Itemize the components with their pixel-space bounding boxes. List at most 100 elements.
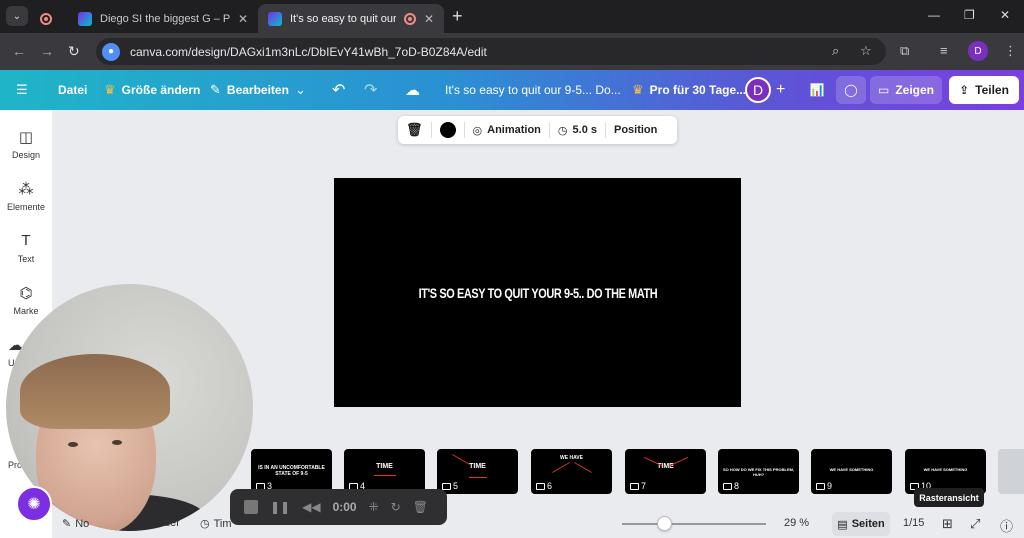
animation-button[interactable]: ◎ Animation	[465, 116, 549, 144]
notes-label-tail: der	[164, 517, 180, 529]
zoom-slider-handle[interactable]	[657, 516, 672, 531]
notes-button[interactable]: ✎ No	[62, 517, 89, 531]
webcam-eye	[112, 440, 122, 445]
url-text: canva.com/design/DAGxi1m3nLc/DbIEvY41wBh…	[130, 44, 487, 59]
add-collaborator-button[interactable]: +	[776, 70, 785, 110]
brand-icon: ⌬	[19, 285, 33, 302]
tab-search-button[interactable]: ⌄	[6, 6, 28, 26]
bookmark-star-icon[interactable]: ☆	[860, 43, 872, 59]
site-info-icon[interactable]: ●	[102, 42, 120, 61]
sidebar-item-brand[interactable]: ⌬ Marke	[0, 284, 52, 316]
restart-icon[interactable]: ↻	[391, 500, 401, 514]
position-button[interactable]: Position	[606, 116, 665, 144]
recording-tab[interactable]	[34, 4, 58, 33]
page-thumbnail[interactable]: WE HAVE 6	[531, 449, 612, 494]
browser-toolbar: ← → ↻ ● canva.com/design/DAGxi1m3nLc/DbI…	[0, 33, 1024, 70]
page-thumbnail[interactable]: WE HAVE SOMETHING 9	[811, 449, 892, 494]
duration-button[interactable]: ◷ 5.0 s	[550, 116, 605, 144]
user-avatar[interactable]: D	[745, 77, 771, 103]
rewind-icon[interactable]: ◀◀	[302, 500, 320, 514]
animation-icon: ◎	[472, 124, 483, 137]
reload-icon[interactable]: ↻	[68, 43, 80, 60]
undo-button[interactable]: ↶	[332, 70, 345, 110]
browser-tab-strip: ⌄ Diego SI the biggest G – Präsen ✕ It's…	[0, 0, 1024, 33]
stop-icon[interactable]	[244, 500, 258, 514]
canva-header: ☰ Datei ♛ Größe ändern ✎ Bearbeiten ⌄ ↶ ↷ ☁…	[0, 70, 1024, 110]
timer-button[interactable]: ◷ Tim	[200, 517, 232, 531]
close-icon[interactable]: ✕	[424, 12, 434, 26]
zoom-slider-track[interactable]	[622, 523, 766, 525]
red-underline	[374, 475, 396, 476]
chevron-down-icon: ⌄	[294, 82, 306, 97]
page-counter[interactable]: 1/15	[903, 517, 924, 529]
redo-button[interactable]: ↷	[364, 70, 377, 110]
page-thumbnail[interactable]: TIME 4	[344, 449, 425, 494]
red-underline	[469, 477, 487, 478]
trash-icon[interactable]: 🗑	[413, 500, 428, 514]
redo-icon: ↷	[364, 82, 378, 99]
edit-mode-button[interactable]: ✎ Bearbeiten ⌄	[210, 70, 306, 110]
media-control-icon[interactable]: ≡	[940, 43, 948, 58]
insights-button[interactable]: 📊	[802, 76, 832, 104]
share-icon: ⇪	[959, 83, 970, 97]
menu-icon[interactable]: ⋮	[1004, 43, 1017, 59]
crown-icon: ♛	[632, 82, 644, 97]
back-icon[interactable]: ←	[12, 43, 26, 59]
tab-presentation[interactable]: Diego SI the biggest G – Präsen ✕	[68, 4, 258, 33]
grid-view-icon[interactable]: ⊞	[942, 516, 953, 532]
comments-button[interactable]: ◯	[836, 76, 866, 104]
bar-chart-icon: 📊	[809, 83, 825, 97]
page-thumbnail[interactable]: TIME 5	[437, 449, 518, 494]
zoom-level[interactable]: 29 %	[784, 517, 809, 529]
profile-avatar[interactable]: D	[968, 41, 988, 61]
maximize-icon[interactable]: ❐	[964, 8, 975, 22]
page-thumbnail[interactable]: SO HOW DO WE FIX THIS PROBLEM, HUH? 8	[718, 449, 799, 494]
close-window-icon[interactable]: ✕	[1000, 8, 1010, 22]
cloud-icon: ☁	[405, 82, 420, 99]
new-tab-icon[interactable]: +	[452, 6, 463, 27]
present-icon: ▭	[877, 83, 890, 97]
pro-trial-button[interactable]: ♛ Pro für 30 Tage...	[632, 70, 746, 110]
comment-icon	[442, 482, 451, 490]
tab-title: It's so easy to quit our 9-5...	[290, 12, 396, 25]
help-icon[interactable]: ⓘ	[1000, 516, 1013, 535]
extensions-icon[interactable]: ⧉	[900, 43, 909, 59]
background-color-button[interactable]	[432, 116, 464, 144]
file-menu-button[interactable]: Datei	[58, 70, 87, 110]
pencil-icon: ✎	[210, 82, 221, 97]
main-menu-button[interactable]: ☰	[16, 70, 28, 110]
webcam-eye	[68, 442, 78, 447]
document-title[interactable]: It's so easy to quit our 9-5... Do...	[445, 70, 621, 110]
page-thumbnail[interactable]	[998, 449, 1024, 494]
pages-view-button[interactable]: ▤ Seiten	[832, 512, 890, 536]
current-slide[interactable]: IT'S SO EASY TO QUIT YOUR 9-5.. DO THE M…	[334, 178, 741, 407]
sidebar-item-elements[interactable]: ⁂ Elemente	[0, 180, 52, 212]
close-icon[interactable]: ✕	[238, 12, 248, 26]
magic-assistant-button[interactable]: ✺	[16, 486, 52, 522]
share-button[interactable]: ⇪ Teilen	[949, 76, 1019, 104]
cloud-save-status[interactable]: ☁	[405, 70, 420, 110]
timer-icon: ◷	[557, 124, 568, 137]
grid-icon[interactable]: ⁜	[369, 500, 379, 514]
zoom-lens-icon[interactable]: ⌕	[832, 43, 839, 59]
sidebar-item-text[interactable]: T Text	[0, 232, 52, 264]
minimize-icon[interactable]: —	[928, 8, 940, 22]
delete-button[interactable]: 🗑	[398, 116, 431, 144]
comment-icon	[723, 482, 732, 490]
address-bar[interactable]: ● canva.com/design/DAGxi1m3nLc/DbIEvY41w…	[96, 38, 886, 65]
page-number: 9	[816, 481, 832, 491]
forward-icon[interactable]: →	[40, 43, 54, 59]
page-thumbnail[interactable]: TIME 7	[625, 449, 706, 494]
notes-icon: ✎	[62, 518, 72, 530]
tab-current[interactable]: It's so easy to quit our 9-5... ✕	[258, 4, 444, 33]
pause-icon[interactable]: ❚❚	[270, 500, 290, 514]
present-button[interactable]: ▭ Zeigen	[870, 76, 942, 104]
sidebar-item-design[interactable]: ◫ Design	[0, 128, 52, 160]
slide-title-text[interactable]: IT'S SO EASY TO QUIT YOUR 9-5.. DO THE M…	[418, 285, 657, 301]
fullscreen-icon[interactable]: ⤢	[970, 516, 980, 532]
page-thumbnail[interactable]: IS IN AN UNCOMFORTABLE STATE OF 9-5 3	[251, 449, 332, 494]
recording-icon	[40, 12, 52, 25]
resize-button[interactable]: ♛ Größe ändern	[104, 70, 200, 110]
text-icon: T	[21, 232, 31, 249]
grid-view-tooltip: Rasteransicht	[914, 488, 984, 507]
